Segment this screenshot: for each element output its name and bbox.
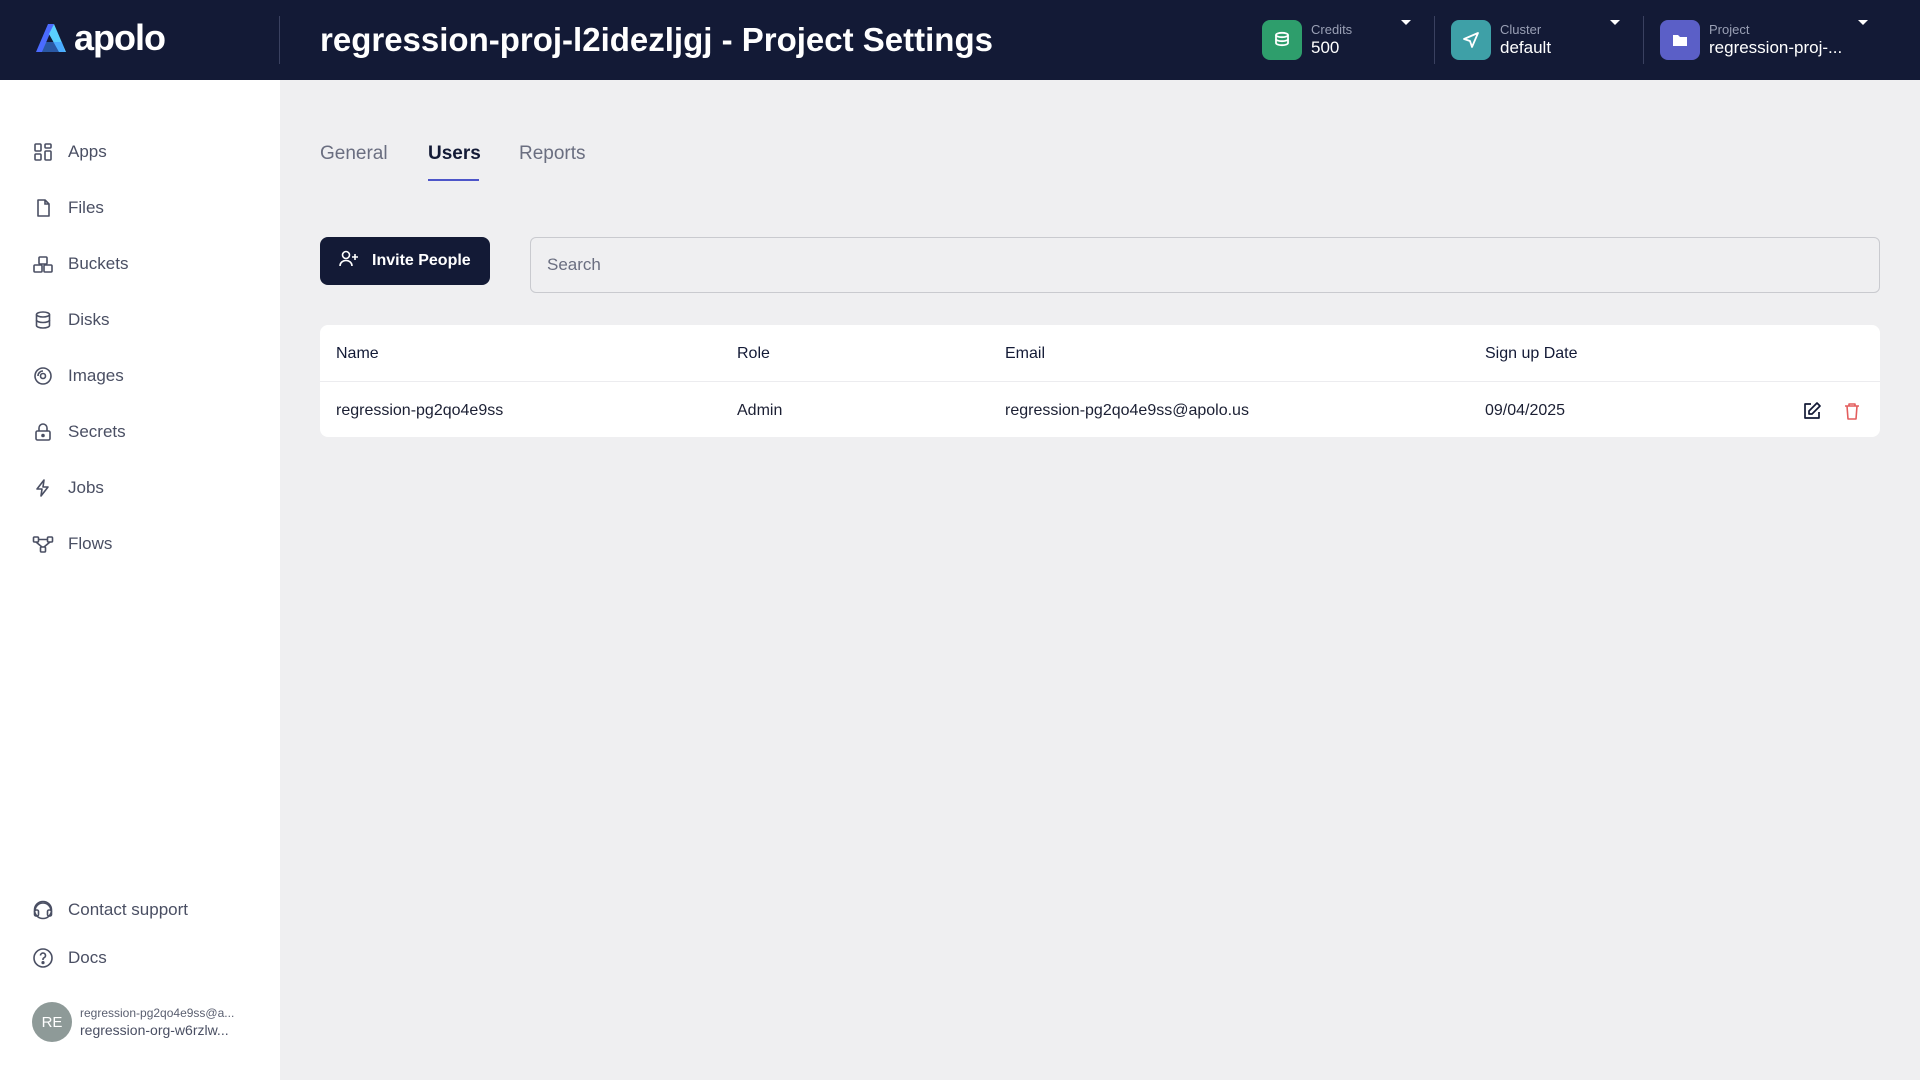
file-icon <box>32 197 54 219</box>
sidebar-item-label: Files <box>68 198 104 217</box>
column-header-role: Role <box>737 345 770 362</box>
trash-icon[interactable] <box>1840 399 1864 423</box>
avatar: RE <box>32 1002 72 1042</box>
active-tab-indicator <box>428 179 479 181</box>
database-icon <box>32 309 54 331</box>
sidebar-item-label: Buckets <box>68 254 129 273</box>
selector-divider <box>1643 16 1644 64</box>
sidebar-item-flows[interactable]: Flows <box>32 528 112 560</box>
credits-selector[interactable]: Credits 500 <box>1262 18 1352 62</box>
sidebar-item-label: Contact support <box>68 900 189 919</box>
credits-caption: Credits <box>1311 22 1353 37</box>
top-bar: apolo regression-proj-l2idezljgj - Proje… <box>0 0 1920 80</box>
user-plus-icon <box>338 249 360 274</box>
column-header-signup-date: Sign up Date <box>1485 345 1578 362</box>
sidebar-item-files[interactable]: Files <box>32 192 104 224</box>
search-input[interactable] <box>530 237 1880 293</box>
credits-chevron-down-icon[interactable] <box>1401 20 1411 25</box>
project-selector[interactable]: Project regression-proj-... <box>1660 18 1842 62</box>
logo-text: apolo <box>74 17 166 58</box>
user-email-cell: regression-pg2qo4e9ss@apolo.us <box>1005 402 1249 419</box>
buckets-icon <box>32 253 54 275</box>
user-account[interactable]: RE regression-pg2qo4e9ss@a... regression… <box>32 1002 234 1042</box>
coins-icon <box>1262 20 1302 60</box>
user-name-cell: regression-pg2qo4e9ss <box>336 402 504 419</box>
sidebar-item-contact-support[interactable]: Contact support <box>32 894 188 926</box>
column-header-email: Email <box>1005 345 1046 362</box>
user-org: regression-org-w6rzlw... <box>80 1022 229 1038</box>
sidebar-item-label: Jobs <box>68 478 104 497</box>
selector-divider <box>1434 16 1435 64</box>
sidebar-item-label: Docs <box>68 948 107 967</box>
send-icon <box>1451 20 1491 60</box>
sidebar-item-label: Flows <box>68 534 113 553</box>
tab-users[interactable]: Users <box>428 140 481 168</box>
disc-icon <box>32 365 54 387</box>
sidebar-item-docs[interactable]: Docs <box>32 942 107 974</box>
header-divider <box>279 16 280 64</box>
sidebar-item-label: Images <box>68 366 124 385</box>
sidebar-item-label: Apps <box>68 142 107 161</box>
project-chevron-down-icon[interactable] <box>1858 20 1868 25</box>
project-value: regression-proj-... <box>1709 38 1843 57</box>
sidebar-item-label: Secrets <box>68 422 126 441</box>
folder-icon <box>1660 20 1700 60</box>
lock-icon <box>32 421 54 443</box>
sidebar-item-label: Disks <box>68 310 110 329</box>
user-email: regression-pg2qo4e9ss@a... <box>80 1006 235 1020</box>
tab-general[interactable]: General <box>320 140 388 168</box>
sidebar-item-jobs[interactable]: Jobs <box>32 472 104 504</box>
project-caption: Project <box>1709 22 1750 37</box>
page-title: regression-proj-l2idezljgj - Project Set… <box>320 21 993 58</box>
apolo-logo[interactable]: apolo <box>32 17 166 58</box>
sidebar-item-secrets[interactable]: Secrets <box>32 416 126 448</box>
lightning-icon <box>32 477 54 499</box>
credits-value: 500 <box>1311 38 1340 57</box>
invite-people-label: Invite People <box>372 252 471 269</box>
column-header-name: Name <box>336 345 379 362</box>
tab-reports[interactable]: Reports <box>519 140 586 168</box>
sidebar-item-buckets[interactable]: Buckets <box>32 248 128 280</box>
apps-grid-icon <box>32 141 54 163</box>
cluster-selector[interactable]: Cluster default <box>1451 18 1551 62</box>
sidebar: Apps Files Buckets Disks Images Secrets … <box>0 80 280 1080</box>
headset-icon <box>32 899 54 921</box>
cluster-chevron-down-icon[interactable] <box>1610 20 1620 25</box>
sidebar-item-disks[interactable]: Disks <box>32 304 110 336</box>
users-table: Name Role Email Sign up Date regression-… <box>320 325 1880 437</box>
invite-people-button[interactable]: Invite People <box>320 237 490 285</box>
cluster-value: default <box>1500 38 1552 57</box>
user-role-cell: Admin <box>737 402 783 419</box>
edit-icon[interactable] <box>1800 399 1824 423</box>
help-circle-icon <box>32 947 54 969</box>
flow-icon <box>32 533 54 555</box>
cluster-caption: Cluster <box>1500 22 1542 37</box>
sidebar-item-apps[interactable]: Apps <box>32 136 107 168</box>
sidebar-item-images[interactable]: Images <box>32 360 124 392</box>
table-divider <box>320 381 1880 382</box>
apolo-logo-icon <box>36 24 66 52</box>
user-signup-date-cell: 09/04/2025 <box>1485 402 1566 419</box>
